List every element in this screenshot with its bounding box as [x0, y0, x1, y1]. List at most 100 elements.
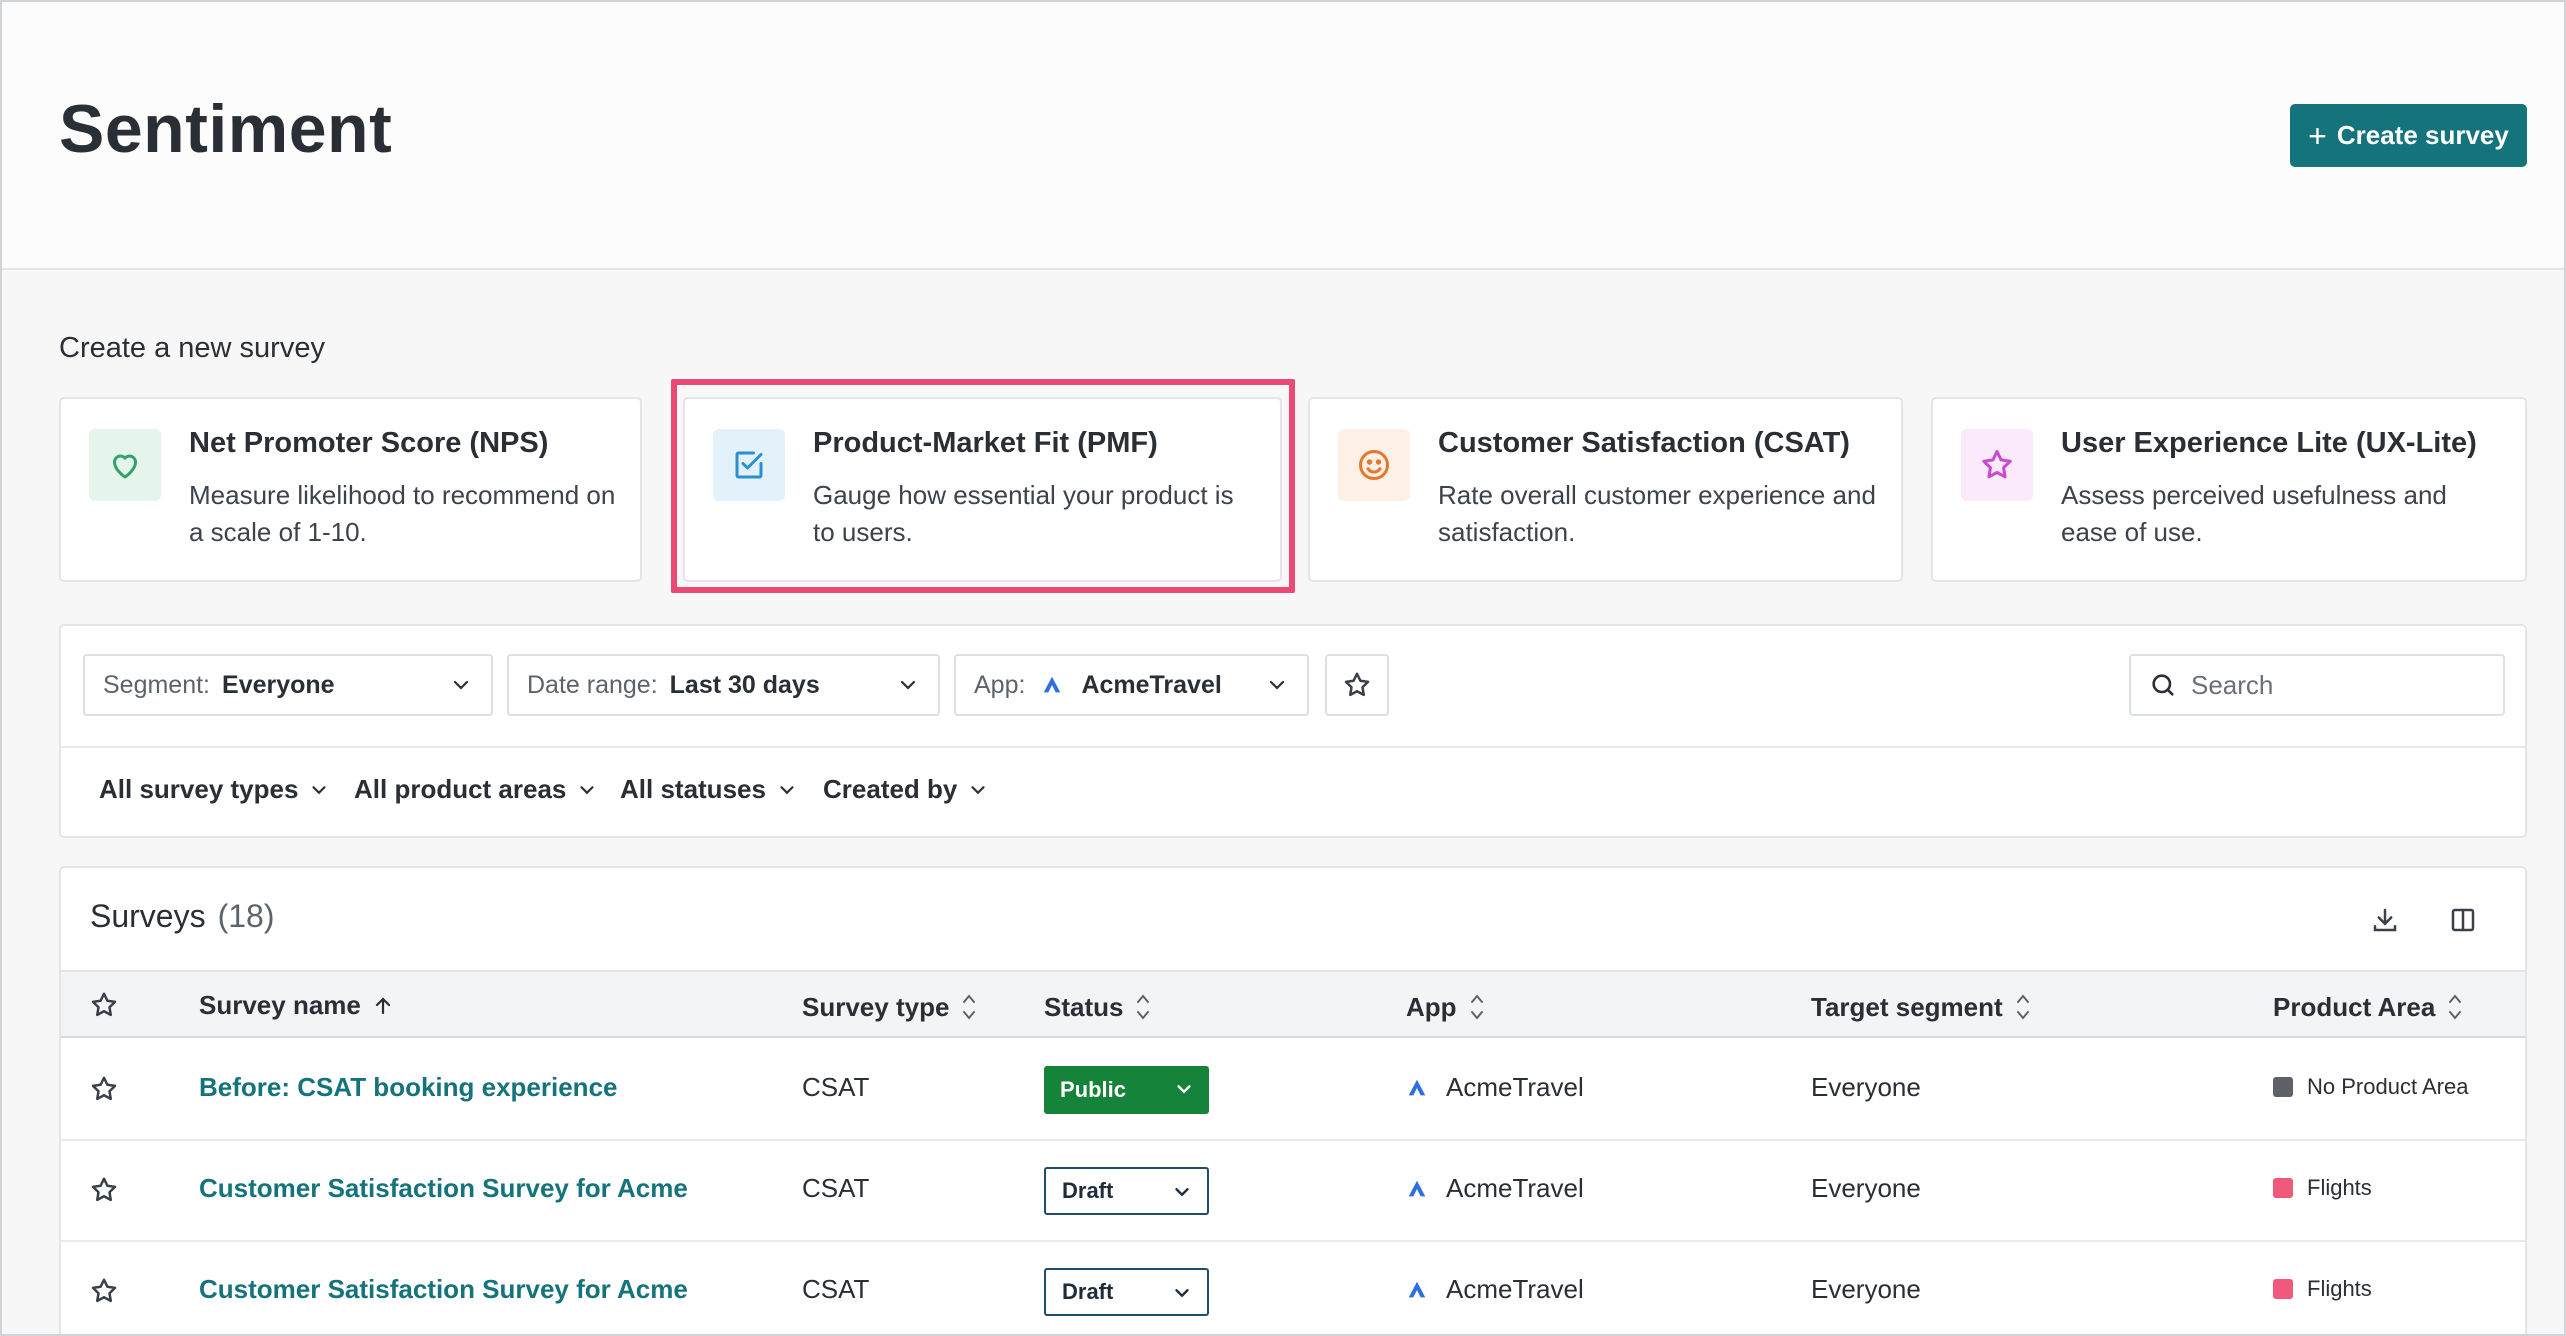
app-cell: AcmeTravel — [1406, 1173, 1584, 1204]
column-survey-type[interactable]: Survey type — [802, 990, 979, 1024]
card-description: Measure likelihood to recommend on a sca… — [189, 480, 616, 547]
status-dropdown[interactable]: Draft — [1044, 1167, 1209, 1215]
column-label: Survey name — [199, 990, 361, 1020]
chevron-down-icon — [971, 785, 985, 794]
star-outline-icon[interactable] — [89, 1276, 119, 1306]
chevron-down-icon — [1177, 1085, 1191, 1094]
star-outline-icon[interactable] — [89, 1175, 119, 1205]
survey-type: CSAT — [802, 1274, 870, 1304]
column-label: Survey type — [802, 991, 950, 1022]
sort-icon — [2449, 994, 2462, 1020]
app-name: AcmeTravel — [1446, 1274, 1584, 1304]
table-row: Customer Satisfaction Survey for Acme CS… — [61, 1141, 2525, 1242]
status-label: Public — [1060, 1077, 1127, 1102]
status-label: Draft — [1062, 1178, 1114, 1203]
surveys-title: Surveys (18) — [90, 898, 275, 935]
product-area-name: Flights — [2307, 1175, 2372, 1200]
segment-value: Everyone — [222, 670, 335, 699]
download-icon[interactable] — [2367, 902, 2403, 938]
product-area-swatch — [2273, 1077, 2293, 1097]
card-title: Product-Market Fit (PMF) — [813, 427, 1158, 459]
sort-icon — [1137, 994, 1150, 1020]
search-box[interactable] — [2129, 654, 2505, 716]
table-header: Survey name Survey type Status App Targe… — [61, 970, 2525, 1038]
target-segment: Everyone — [1811, 1072, 1921, 1102]
product-area-cell: Flights — [2273, 1276, 2372, 1302]
table-row: Customer Satisfaction Survey for Acme CS… — [61, 1242, 2525, 1334]
sort-icon — [2016, 994, 2029, 1020]
survey-name-link[interactable]: Customer Satisfaction Survey for Acme — [199, 1274, 688, 1305]
product-areas-filter-label: All product areas — [354, 774, 567, 804]
chevron-down-icon — [900, 680, 916, 690]
column-survey-name[interactable]: Survey name — [199, 990, 395, 1021]
status-label: Draft — [1062, 1279, 1114, 1304]
date-range-value: Last 30 days — [669, 670, 820, 699]
search-input[interactable] — [2191, 669, 2491, 701]
status-dropdown[interactable]: Draft — [1044, 1268, 1209, 1316]
app-value: AcmeTravel — [1081, 670, 1222, 699]
survey-card-ux-lite[interactable]: User Experience Lite (UX-Lite) Assess pe… — [1931, 397, 2527, 582]
status-dropdown[interactable]: Public — [1044, 1066, 1209, 1114]
segment-label: Segment: — [103, 670, 211, 699]
star-icon — [1961, 429, 2033, 501]
date-range-select[interactable]: Date range: Last 30 days — [507, 654, 940, 716]
column-product-area[interactable]: Product Area — [2273, 990, 2465, 1024]
app-logo-icon — [1408, 1281, 1426, 1297]
star-outline-icon[interactable] — [89, 1074, 119, 1104]
product-area-cell: No Product Area — [2273, 1074, 2468, 1100]
target-segment: Everyone — [1811, 1274, 1921, 1304]
sort-icon — [1470, 994, 1483, 1020]
survey-name-link[interactable]: Before: CSAT booking experience — [199, 1072, 618, 1103]
create-section-label: Create a new survey — [59, 332, 325, 364]
heart-icon — [89, 429, 161, 501]
column-app[interactable]: App — [1406, 990, 1487, 1024]
filter-divider — [61, 746, 2525, 748]
app-logo-icon — [1408, 1079, 1426, 1095]
surveys-title-label: Surveys — [90, 898, 206, 934]
app-logo-icon — [1408, 1180, 1426, 1196]
column-label: App — [1406, 991, 1457, 1022]
survey-card-pmf[interactable]: Product-Market Fit (PMF) Gauge how essen… — [683, 397, 1282, 582]
checkbox-icon — [713, 429, 785, 501]
star-outline-icon — [1344, 672, 1370, 697]
statuses-filter-label: All statuses — [620, 774, 766, 804]
date-range-label: Date range: — [527, 670, 658, 699]
create-survey-label: Create survey — [2336, 120, 2509, 150]
app-logo-icon — [1044, 676, 1061, 693]
app-cell: AcmeTravel — [1406, 1274, 1584, 1305]
chevron-down-icon — [1175, 1289, 1189, 1298]
star-outline-icon[interactable] — [89, 990, 119, 1020]
filter-panel: Segment: Everyone Date range: Last 30 da… — [59, 624, 2527, 838]
create-survey-button[interactable]: + Create survey — [2290, 104, 2527, 167]
page-header: Sentiment + Create survey — [2, 2, 2564, 270]
product-areas-filter[interactable]: All product areas — [354, 774, 598, 805]
surveys-count: (18) — [217, 898, 275, 934]
column-status[interactable]: Status — [1044, 990, 1153, 1024]
survey-card-nps[interactable]: Net Promoter Score (NPS) Measure likelih… — [59, 397, 642, 582]
product-area-cell: Flights — [2273, 1175, 2372, 1201]
chevron-down-icon — [780, 785, 794, 794]
app-window: Sentiment + Create survey Create a new s… — [0, 0, 2566, 1336]
created-by-filter[interactable]: Created by — [823, 774, 989, 805]
columns-icon[interactable] — [2445, 902, 2481, 938]
sort-ascending-icon — [375, 996, 390, 1014]
favorite-filter-button[interactable] — [1325, 654, 1389, 716]
sort-icon — [963, 994, 976, 1020]
survey-name-link[interactable]: Customer Satisfaction Survey for Acme — [199, 1173, 688, 1204]
app-select[interactable]: App: AcmeTravel — [954, 654, 1309, 716]
chevron-down-icon — [453, 680, 469, 690]
column-target-segment[interactable]: Target segment — [1811, 990, 2033, 1024]
page-title: Sentiment — [59, 91, 393, 167]
app-name: AcmeTravel — [1446, 1072, 1584, 1102]
segment-select[interactable]: Segment: Everyone — [83, 654, 493, 716]
card-description: Rate overall customer experience and sat… — [1438, 480, 1876, 547]
plus-icon: + — [2308, 117, 2327, 154]
card-description: Assess perceived usefulness and ease of … — [2061, 480, 2447, 547]
app-name: AcmeTravel — [1446, 1173, 1584, 1203]
statuses-filter[interactable]: All statuses — [620, 774, 798, 805]
survey-types-filter[interactable]: All survey types — [99, 774, 330, 805]
survey-types-filter-label: All survey types — [99, 774, 299, 804]
survey-type: CSAT — [802, 1072, 870, 1102]
table-row: Before: CSAT booking experience CSAT Pub… — [61, 1040, 2525, 1141]
survey-card-csat[interactable]: Customer Satisfaction (CSAT) Rate overal… — [1308, 397, 1903, 582]
